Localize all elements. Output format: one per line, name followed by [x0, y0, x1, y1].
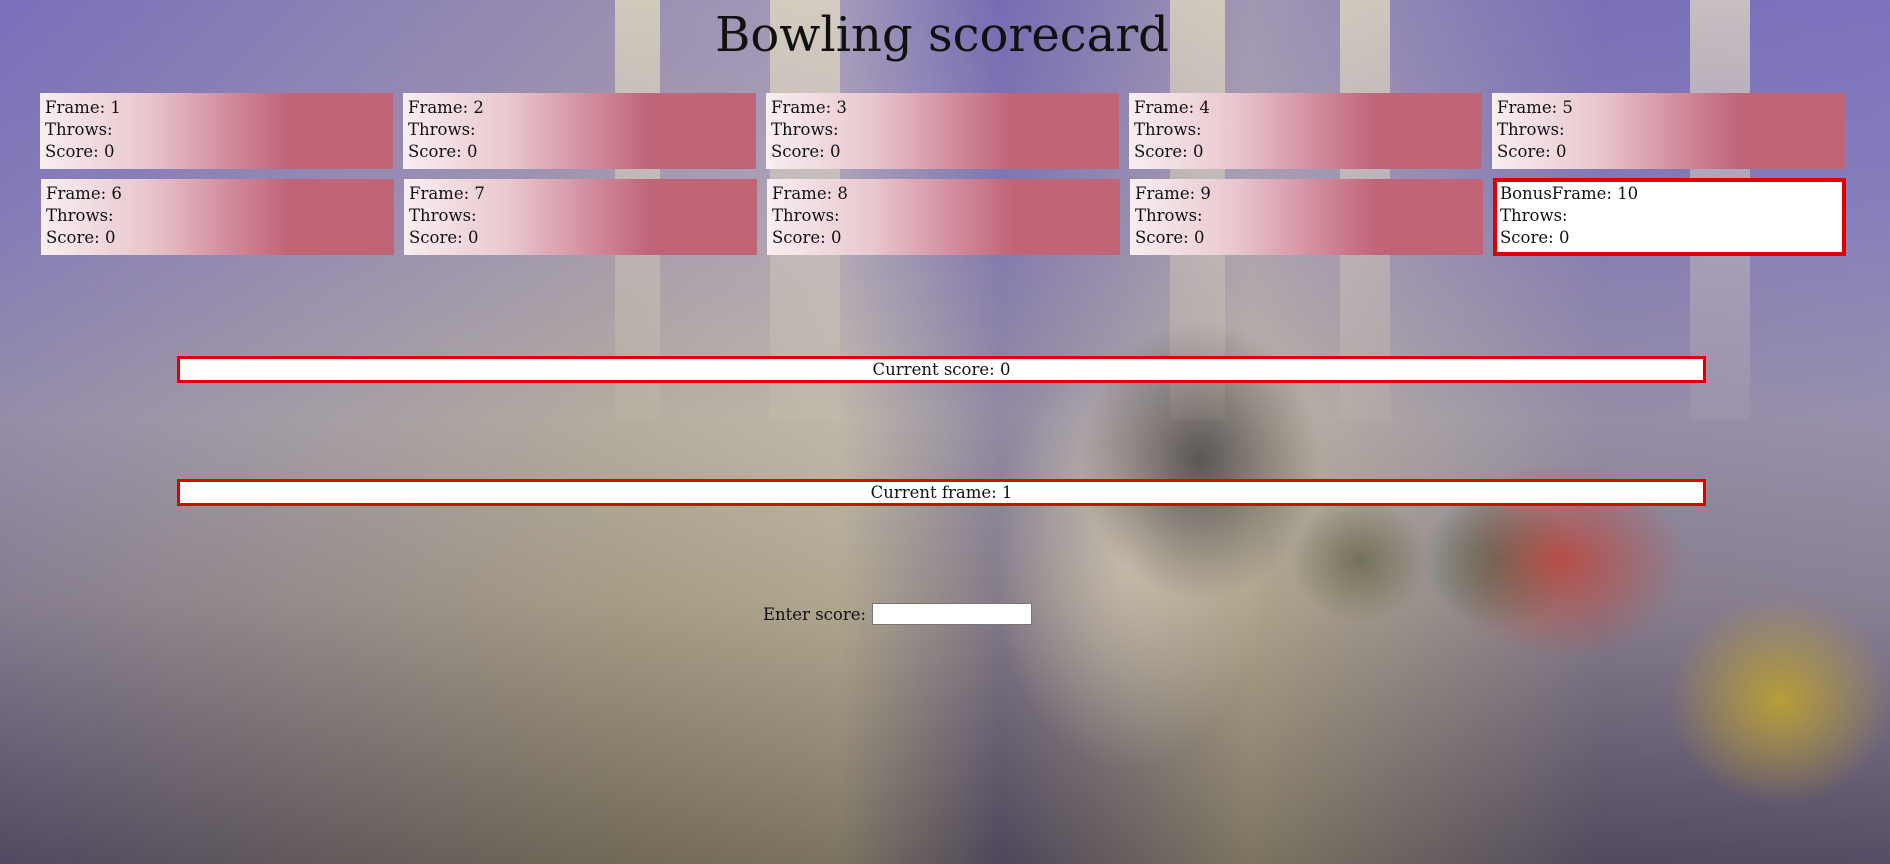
throws-label: Throws: — [1497, 120, 1565, 139]
score-label: Score: — [772, 228, 826, 247]
throws-label: Throws: — [1135, 206, 1203, 225]
score-value: 0 — [466, 142, 478, 161]
frame-number: 5 — [1562, 98, 1573, 117]
frame-number: 8 — [837, 184, 848, 203]
frame-number: 1 — [110, 98, 121, 117]
score-value: 0 — [1192, 142, 1204, 161]
score-label: Score: — [45, 142, 99, 161]
frame-card-9: Frame: 9 Throws: Score: 0 — [1130, 179, 1483, 255]
frame-number: 6 — [111, 184, 122, 203]
frame-row-1: Frame: 1 Throws: Score: 0 Frame: 2 Throw… — [40, 93, 1848, 169]
score-label: Score: — [771, 142, 825, 161]
frame-label: Frame: — [771, 98, 832, 117]
frame-number: 10 — [1617, 184, 1639, 203]
frame-number: 4 — [1199, 98, 1210, 117]
throws-label: Throws: — [1134, 120, 1202, 139]
throws-label: Throws: — [45, 120, 113, 139]
score-value: 0 — [1555, 142, 1567, 161]
throws-label: Throws: — [772, 206, 840, 225]
frame-number: 9 — [1200, 184, 1211, 203]
throws-label: Throws: — [1500, 206, 1568, 225]
frame-number: 3 — [836, 98, 847, 117]
frame-label: Frame: — [46, 184, 107, 203]
frame-label: Frame: — [45, 98, 106, 117]
enter-score-label: Enter score: — [763, 604, 867, 624]
frame-number: 7 — [474, 184, 485, 203]
score-value: 0 — [103, 142, 115, 161]
throws-label: Throws: — [409, 206, 477, 225]
current-frame-display: Current frame: 1 — [177, 479, 1706, 506]
frame-card-8: Frame: 8 Throws: Score: 0 — [767, 179, 1120, 255]
frame-row-2: Frame: 6 Throws: Score: 0 Frame: 7 Throw… — [41, 178, 1848, 256]
score-label: Score: — [1135, 228, 1189, 247]
frame-number: 2 — [473, 98, 484, 117]
score-input[interactable] — [872, 603, 1033, 625]
frame-label: Frame: — [1497, 98, 1558, 117]
frame-card-10-bonus: BonusFrame: 10 Throws: Score: 0 — [1493, 178, 1846, 256]
frame-card-5: Frame: 5 Throws: Score: 0 — [1492, 93, 1845, 169]
frame-card-1: Frame: 1 Throws: Score: 0 — [40, 93, 393, 169]
score-label: Score: — [46, 228, 100, 247]
frame-label: Frame: — [1135, 184, 1196, 203]
throws-label: Throws: — [771, 120, 839, 139]
frame-card-4: Frame: 4 Throws: Score: 0 — [1129, 93, 1482, 169]
score-value: 0 — [1558, 228, 1570, 247]
frame-card-3: Frame: 3 Throws: Score: 0 — [766, 93, 1119, 169]
score-entry: Enter score: — [763, 603, 1033, 625]
page-title: Bowling scorecard — [715, 7, 1169, 63]
frame-card-7: Frame: 7 Throws: Score: 0 — [404, 179, 757, 255]
frame-label: Frame: — [1134, 98, 1195, 117]
score-value: 0 — [467, 228, 479, 247]
bonus-frame-label: BonusFrame: — [1500, 184, 1612, 203]
score-label: Score: — [1497, 142, 1551, 161]
score-label: Score: — [408, 142, 462, 161]
score-value: 0 — [1193, 228, 1205, 247]
score-label: Score: — [1500, 228, 1554, 247]
score-value: 0 — [829, 142, 841, 161]
score-value: 0 — [830, 228, 842, 247]
throws-label: Throws: — [46, 206, 114, 225]
frame-label: Frame: — [409, 184, 470, 203]
score-label: Score: — [409, 228, 463, 247]
frame-card-2: Frame: 2 Throws: Score: 0 — [403, 93, 756, 169]
frame-label: Frame: — [408, 98, 469, 117]
throws-label: Throws: — [408, 120, 476, 139]
frame-card-6: Frame: 6 Throws: Score: 0 — [41, 179, 394, 255]
scorecard-frames: Frame: 1 Throws: Score: 0 Frame: 2 Throw… — [40, 93, 1848, 266]
score-label: Score: — [1134, 142, 1188, 161]
score-value: 0 — [104, 228, 116, 247]
current-score-display: Current score: 0 — [177, 356, 1706, 383]
frame-label: Frame: — [772, 184, 833, 203]
